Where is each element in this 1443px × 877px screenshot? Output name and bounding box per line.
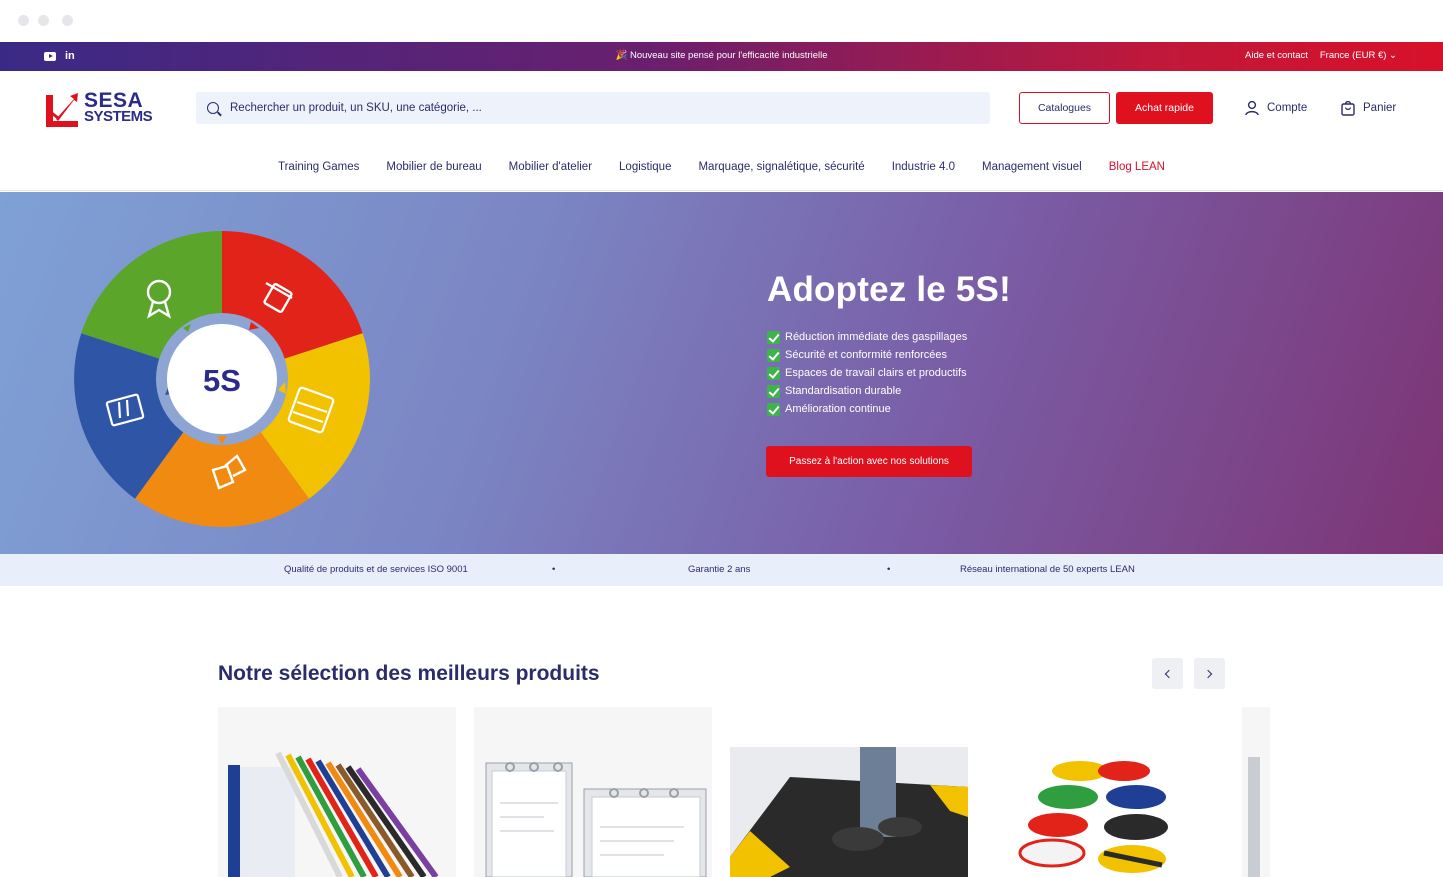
cart-link[interactable]: Panier [1340, 100, 1396, 116]
search-icon [207, 102, 219, 114]
window-dot-icon [62, 15, 73, 26]
trust-item-warranty: Garantie 2 ans [688, 564, 751, 575]
hero-bullet: Sécurité et conformité renforcées [767, 346, 967, 364]
chevron-down-icon: ⌄ [1389, 50, 1397, 61]
product-card[interactable] [474, 707, 712, 877]
chevron-right-icon [1203, 669, 1213, 678]
hero-bullet-text: Standardisation durable [785, 385, 902, 397]
locale-label: France (EUR €) [1319, 50, 1387, 61]
account-link[interactable]: Compte [1244, 100, 1307, 116]
section-title: Notre sélection des meilleurs produits [218, 662, 600, 685]
logo-line-2: SYSTEMS [84, 108, 153, 125]
cart-label: Panier [1363, 102, 1397, 114]
catalogues-button[interactable]: Catalogues [1019, 92, 1110, 124]
cart-icon [1341, 100, 1355, 116]
5s-wheel-illustration: 5S [74, 231, 370, 527]
hero-bullet-text: Amélioration continue [785, 403, 891, 415]
logo-text: SESA SYSTEMS [84, 89, 153, 125]
logo[interactable]: SESA SYSTEMS [44, 89, 169, 131]
hero-bullet: Standardisation durable [767, 382, 967, 400]
locale-selector[interactable]: France (EUR €) ⌄ [1320, 50, 1397, 61]
hero-bullet-text: Espaces de travail clairs et productifs [785, 367, 967, 379]
top-right-links: Aide et contact France (EUR €) ⌄ [1245, 50, 1397, 61]
carousel-next-button[interactable] [1194, 658, 1225, 689]
wheel-center-label: 5S [203, 363, 241, 398]
header: SESA SYSTEMS Catalogues Achat rapide Com… [0, 71, 1443, 191]
hero-bullet-text: Sécurité et conformité renforcées [785, 349, 948, 361]
product-image [1248, 757, 1260, 877]
hero-bullet: Amélioration continue [767, 400, 967, 418]
trust-separator: • [887, 564, 891, 575]
nav-item-marking-safety[interactable]: Marquage, signalétique, sécurité [698, 161, 864, 173]
hero-bullet: Réduction immédiate des gaspillages [767, 328, 967, 346]
browser-bar [0, 0, 1443, 42]
window-dot-icon [18, 15, 29, 26]
nav-item-industry-4[interactable]: Industrie 4.0 [892, 161, 955, 173]
hero-banner: 5S Adoptez le 5S! Réduction immédiate de… [0, 192, 1443, 554]
main-nav: Training Games Mobilier de bureau Mobili… [0, 161, 1443, 173]
search-bar[interactable] [196, 92, 990, 124]
carousel-prev-button[interactable] [1152, 658, 1183, 689]
trust-separator: • [552, 564, 556, 575]
product-card[interactable] [1242, 707, 1270, 877]
checkmark-icon [767, 366, 780, 380]
nav-item-training-games[interactable]: Training Games [278, 161, 359, 173]
hero-bullet-text: Réduction immédiate des gaspillages [785, 331, 968, 343]
nav-item-blog-lean[interactable]: Blog LEAN [1109, 161, 1165, 173]
search-input[interactable] [230, 92, 970, 124]
chevron-left-icon [1164, 669, 1174, 678]
checkmark-icon [767, 348, 780, 362]
trust-item-experts: Réseau international de 50 experts LEAN [960, 564, 1135, 575]
window-dot-icon [38, 15, 49, 26]
logo-line-1: SESA [84, 89, 144, 112]
account-label: Compte [1267, 102, 1308, 114]
top-bar: in 🎉 Nouveau site pensé pour l'efficacit… [0, 42, 1443, 71]
product-image [228, 751, 439, 877]
hero-cta-button[interactable]: Passez à l'action avec nos solutions [766, 446, 972, 477]
nav-item-logistics[interactable]: Logistique [619, 161, 671, 173]
help-link[interactable]: Aide et contact [1245, 50, 1308, 61]
hero-bullet: Espaces de travail clairs et productifs [767, 364, 967, 382]
product-image [485, 762, 707, 877]
product-image [730, 747, 968, 877]
hero-title: Adoptez le 5S! [767, 270, 1011, 309]
nav-item-workshop-furniture[interactable]: Mobilier d'atelier [509, 161, 592, 173]
hero-bullets: Réduction immédiate des gaspillages Sécu… [767, 328, 967, 418]
nav-item-visual-management[interactable]: Management visuel [982, 161, 1082, 173]
nav-item-office-furniture[interactable]: Mobilier de bureau [386, 161, 481, 173]
product-card[interactable] [730, 707, 968, 877]
checkmark-icon [767, 330, 780, 344]
trust-item-iso: Qualité de produits et de services ISO 9… [284, 564, 468, 575]
checkmark-icon [767, 402, 780, 416]
user-icon [1245, 100, 1259, 116]
product-card[interactable] [986, 707, 1224, 877]
quick-buy-button[interactable]: Achat rapide [1116, 92, 1213, 124]
product-image [1018, 761, 1168, 873]
trust-bar: Qualité de produits et de services ISO 9… [0, 554, 1443, 586]
product-card[interactable] [218, 707, 456, 877]
logo-mark-icon [46, 93, 78, 127]
announcement-text: 🎉 Nouveau site pensé pour l'efficacité i… [615, 50, 828, 61]
checkmark-icon [767, 384, 780, 398]
